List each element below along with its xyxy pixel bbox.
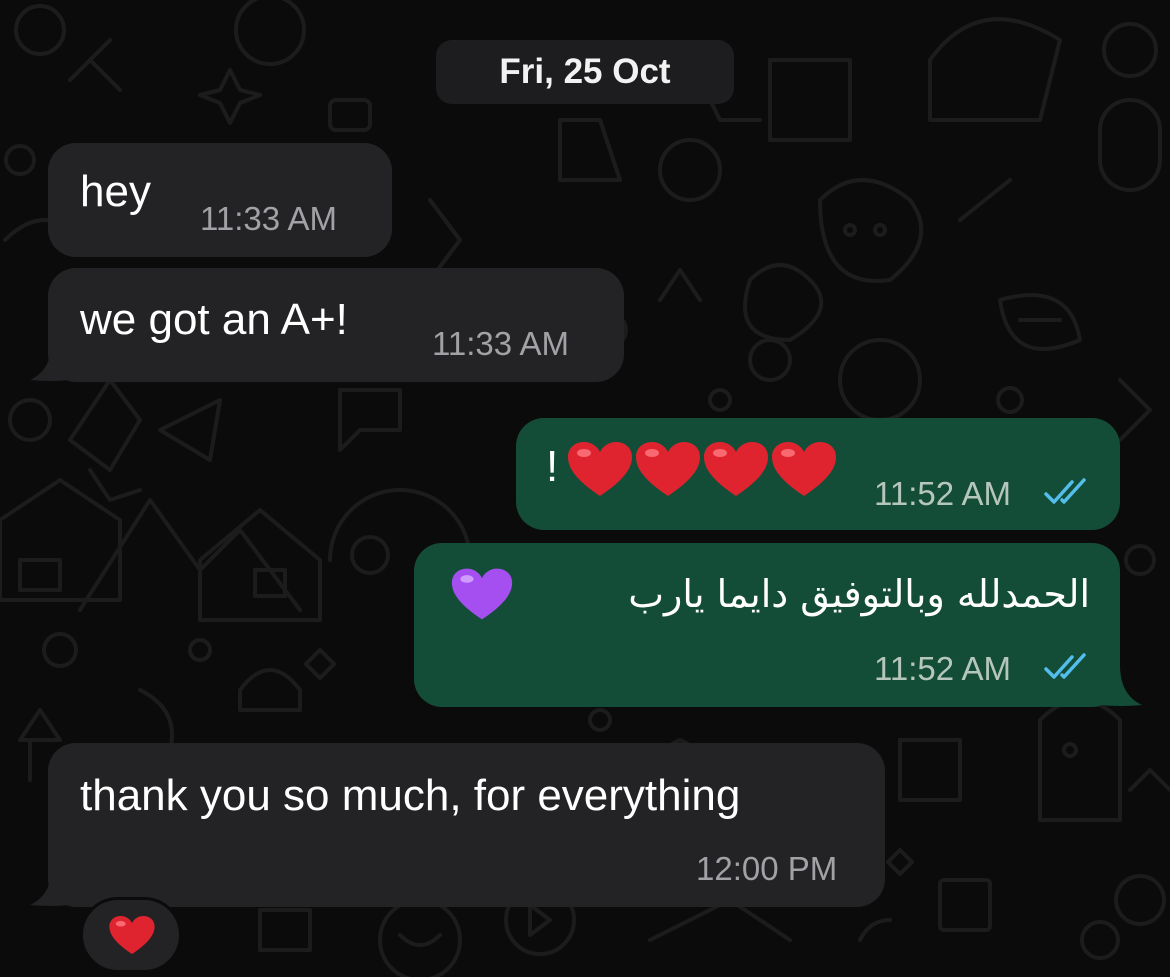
incoming-message[interactable]: we got an A+! 11:33 AM [48,268,624,382]
bubble-tail [30,865,70,906]
message-timestamp: 12:00 PM [696,850,838,887]
bubble-tail [1100,665,1142,706]
incoming-message[interactable]: hey 11:33 AM [48,143,392,257]
message-timestamp: 11:33 AM [200,200,337,237]
outgoing-message[interactable]: الحمدلله وبالتوفيق دايما يارب 11:52 AM [414,543,1120,707]
read-receipt-icon [1044,478,1086,504]
bubble-tail [30,340,70,381]
message-text: thank you so much, for everything [80,771,741,820]
red-heart-icon [772,442,836,496]
outgoing-message[interactable]: ! 11:52 AM [516,418,1120,530]
read-receipt-icon [1044,653,1086,679]
message-timestamp: 11:52 AM [874,475,1011,512]
red-heart-icon [109,915,155,955]
message-text: hey [80,167,151,216]
message-text: ! [546,442,558,492]
date-separator: Fri, 25 Oct [436,40,734,104]
message-timestamp: 11:52 AM [874,650,1011,687]
red-heart-icon [704,442,768,496]
purple-heart-icon [451,568,513,620]
message-text-punctuation: ! [546,442,559,491]
message-reaction[interactable] [80,897,182,973]
red-heart-emoji-row [568,442,836,496]
chat-view[interactable]: Fri, 25 Oct hey 11:33 AM we got an A+! 1… [0,0,1170,977]
message-text: we got an A+! [80,295,348,344]
red-heart-icon [636,442,700,496]
message-timestamp: 11:33 AM [432,325,569,362]
red-heart-icon [568,442,632,496]
message-text: الحمدلله وبالتوفيق دايما يارب [628,572,1090,616]
incoming-message[interactable]: thank you so much, for everything 12:00 … [48,743,885,907]
